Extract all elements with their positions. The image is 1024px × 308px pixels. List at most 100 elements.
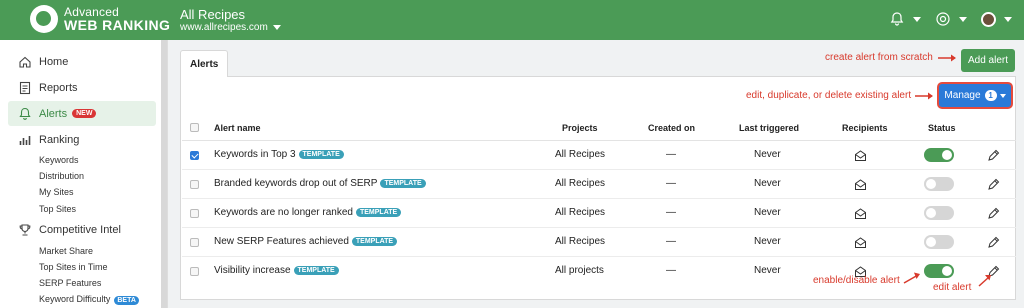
project-selector[interactable]: www.allrecipes.com bbox=[180, 22, 281, 33]
status-toggle[interactable] bbox=[924, 206, 954, 220]
annotation-arrow-icon bbox=[978, 275, 991, 287]
chevron-down-icon bbox=[1004, 16, 1012, 22]
column-header-created-on[interactable]: Created on bbox=[648, 123, 695, 133]
row-checkbox[interactable] bbox=[190, 180, 199, 189]
annotation-edit-alert: edit alert bbox=[933, 282, 972, 293]
created-on-cell: — bbox=[666, 265, 676, 276]
row-checkbox[interactable] bbox=[190, 151, 199, 160]
select-all-checkbox[interactable] bbox=[190, 123, 199, 132]
tab-alerts[interactable]: Alerts bbox=[180, 50, 228, 77]
trophy-icon bbox=[19, 224, 31, 236]
annotation-arrow-icon bbox=[915, 92, 933, 100]
sidebar-subitem-top-sites-in-time[interactable]: Top Sites in Time bbox=[39, 262, 108, 272]
chevron-down-icon bbox=[999, 93, 1006, 98]
edit-icon[interactable] bbox=[987, 178, 1000, 191]
alert-name: Keywords in Top 3 bbox=[214, 149, 296, 160]
row-checkbox[interactable] bbox=[190, 238, 199, 247]
bell-icon bbox=[890, 12, 904, 26]
status-toggle[interactable] bbox=[924, 148, 954, 162]
manage-count-badge: 1 bbox=[984, 90, 997, 101]
manage-button[interactable]: Manage 1 bbox=[939, 84, 1011, 107]
bell-icon bbox=[19, 107, 31, 120]
annotation-arrow-icon bbox=[903, 272, 920, 284]
status-toggle[interactable] bbox=[924, 235, 954, 249]
last-triggered-cell: Never bbox=[754, 178, 781, 189]
table-row: Keywords in Top 3 TEMPLATE All Recipes — … bbox=[182, 141, 1016, 170]
sidebar-item-competitive-intel[interactable]: Competitive Intel bbox=[0, 223, 160, 237]
status-toggle[interactable] bbox=[924, 177, 954, 191]
annotation-toggle-alert: enable/disable alert bbox=[813, 275, 900, 286]
created-on-cell: — bbox=[666, 178, 676, 189]
last-triggered-cell: Never bbox=[754, 236, 781, 247]
sidebar-subitem-label: Keyword Difficulty bbox=[39, 294, 111, 304]
table-row: Branded keywords drop out of SERP TEMPLAT… bbox=[182, 170, 1016, 199]
logo[interactable]: Advanced WEB RANKING bbox=[30, 5, 180, 35]
alert-name-cell[interactable]: Visibility increase TEMPLATE bbox=[214, 265, 339, 276]
sidebar-subitem-my-sites[interactable]: My Sites bbox=[39, 187, 74, 197]
help-menu[interactable] bbox=[935, 11, 967, 27]
row-checkbox[interactable] bbox=[190, 209, 199, 218]
created-on-cell: — bbox=[666, 236, 676, 247]
column-header-recipients[interactable]: Recipients bbox=[842, 123, 888, 133]
sidebar-item-label: Ranking bbox=[39, 134, 80, 146]
sidebar-item-ranking[interactable]: Ranking bbox=[0, 133, 160, 147]
sidebar-subitem-market-share[interactable]: Market Share bbox=[39, 246, 93, 256]
reports-icon bbox=[19, 81, 31, 95]
row-checkbox[interactable] bbox=[190, 267, 199, 276]
annotation-arrow-icon bbox=[938, 54, 956, 62]
envelope-icon[interactable] bbox=[854, 236, 867, 249]
alert-name-cell[interactable]: Keywords in Top 3 TEMPLATE bbox=[214, 149, 344, 160]
alerts-panel: edit, duplicate, or delete existing aler… bbox=[180, 76, 1016, 300]
edit-icon[interactable] bbox=[987, 207, 1000, 220]
sidebar-subitem-keyword-difficulty[interactable]: Keyword Difficulty BETA bbox=[39, 294, 139, 305]
edit-icon[interactable] bbox=[987, 149, 1000, 162]
template-badge: TEMPLATE bbox=[351, 237, 398, 246]
template-badge: TEMPLATE bbox=[293, 266, 339, 275]
project-cell: All Recipes bbox=[555, 149, 606, 160]
sidebar-item-alerts[interactable]: Alerts NEW bbox=[8, 101, 156, 126]
edit-icon[interactable] bbox=[987, 236, 1000, 249]
alert-name-cell[interactable]: Keywords are no longer ranked TEMPLATE bbox=[214, 207, 402, 218]
project-cell: All projects bbox=[555, 265, 604, 276]
chevron-down-icon bbox=[913, 16, 921, 22]
home-icon bbox=[19, 56, 31, 68]
user-menu[interactable] bbox=[981, 11, 1012, 27]
alert-name: Keywords are no longer ranked bbox=[214, 207, 353, 218]
table-header: Alert name Projects Created on Last trig… bbox=[182, 114, 1016, 141]
column-header-alert-name[interactable]: Alert name bbox=[214, 123, 261, 133]
status-toggle[interactable] bbox=[924, 264, 954, 278]
sidebar-item-home[interactable]: Home bbox=[0, 55, 160, 69]
add-alert-button[interactable]: Add alert bbox=[961, 49, 1015, 72]
created-on-cell: — bbox=[666, 207, 676, 218]
top-bar: Advanced WEB RANKING All Recipes www.all… bbox=[0, 0, 1024, 40]
envelope-icon[interactable] bbox=[854, 178, 867, 191]
alert-name-cell[interactable]: New SERP Features achieved TEMPLATE bbox=[214, 236, 398, 247]
envelope-icon[interactable] bbox=[854, 207, 867, 220]
sidebar-subitem-distribution[interactable]: Distribution bbox=[39, 171, 84, 181]
avatar bbox=[981, 11, 996, 27]
alert-name-cell[interactable]: Branded keywords drop out of SERP TEMPLAT… bbox=[214, 178, 426, 189]
template-badge: TEMPLATE bbox=[380, 179, 426, 188]
sidebar-subitem-keywords[interactable]: Keywords bbox=[39, 155, 79, 165]
beta-badge: BETA bbox=[114, 296, 139, 305]
sidebar-subitem-top-sites[interactable]: Top Sites bbox=[39, 204, 76, 214]
sidebar-scrollbar[interactable] bbox=[161, 40, 167, 308]
sidebar: Home Reports Alerts NEW Ranking Keywords… bbox=[0, 40, 168, 308]
project-name[interactable]: All Recipes bbox=[180, 7, 245, 22]
table-row: New SERP Features achieved TEMPLATE All R… bbox=[182, 228, 1016, 257]
template-badge: TEMPLATE bbox=[298, 150, 344, 159]
envelope-icon[interactable] bbox=[854, 149, 867, 162]
sidebar-item-label: Alerts bbox=[39, 107, 68, 120]
chevron-down-icon bbox=[959, 16, 967, 22]
column-header-status[interactable]: Status bbox=[928, 123, 956, 133]
notifications-menu[interactable] bbox=[889, 11, 921, 27]
last-triggered-cell: Never bbox=[754, 207, 781, 218]
column-header-last-triggered[interactable]: Last triggered bbox=[739, 123, 799, 133]
annotation-create-alert: create alert from scratch bbox=[825, 52, 933, 63]
new-badge: NEW bbox=[72, 109, 97, 118]
sidebar-item-reports[interactable]: Reports bbox=[0, 81, 160, 95]
column-header-projects[interactable]: Projects bbox=[562, 123, 598, 133]
sidebar-subitem-serp-features[interactable]: SERP Features bbox=[39, 278, 101, 288]
alert-name: Visibility increase bbox=[214, 265, 291, 276]
sidebar-item-label: Competitive Intel bbox=[39, 224, 121, 236]
